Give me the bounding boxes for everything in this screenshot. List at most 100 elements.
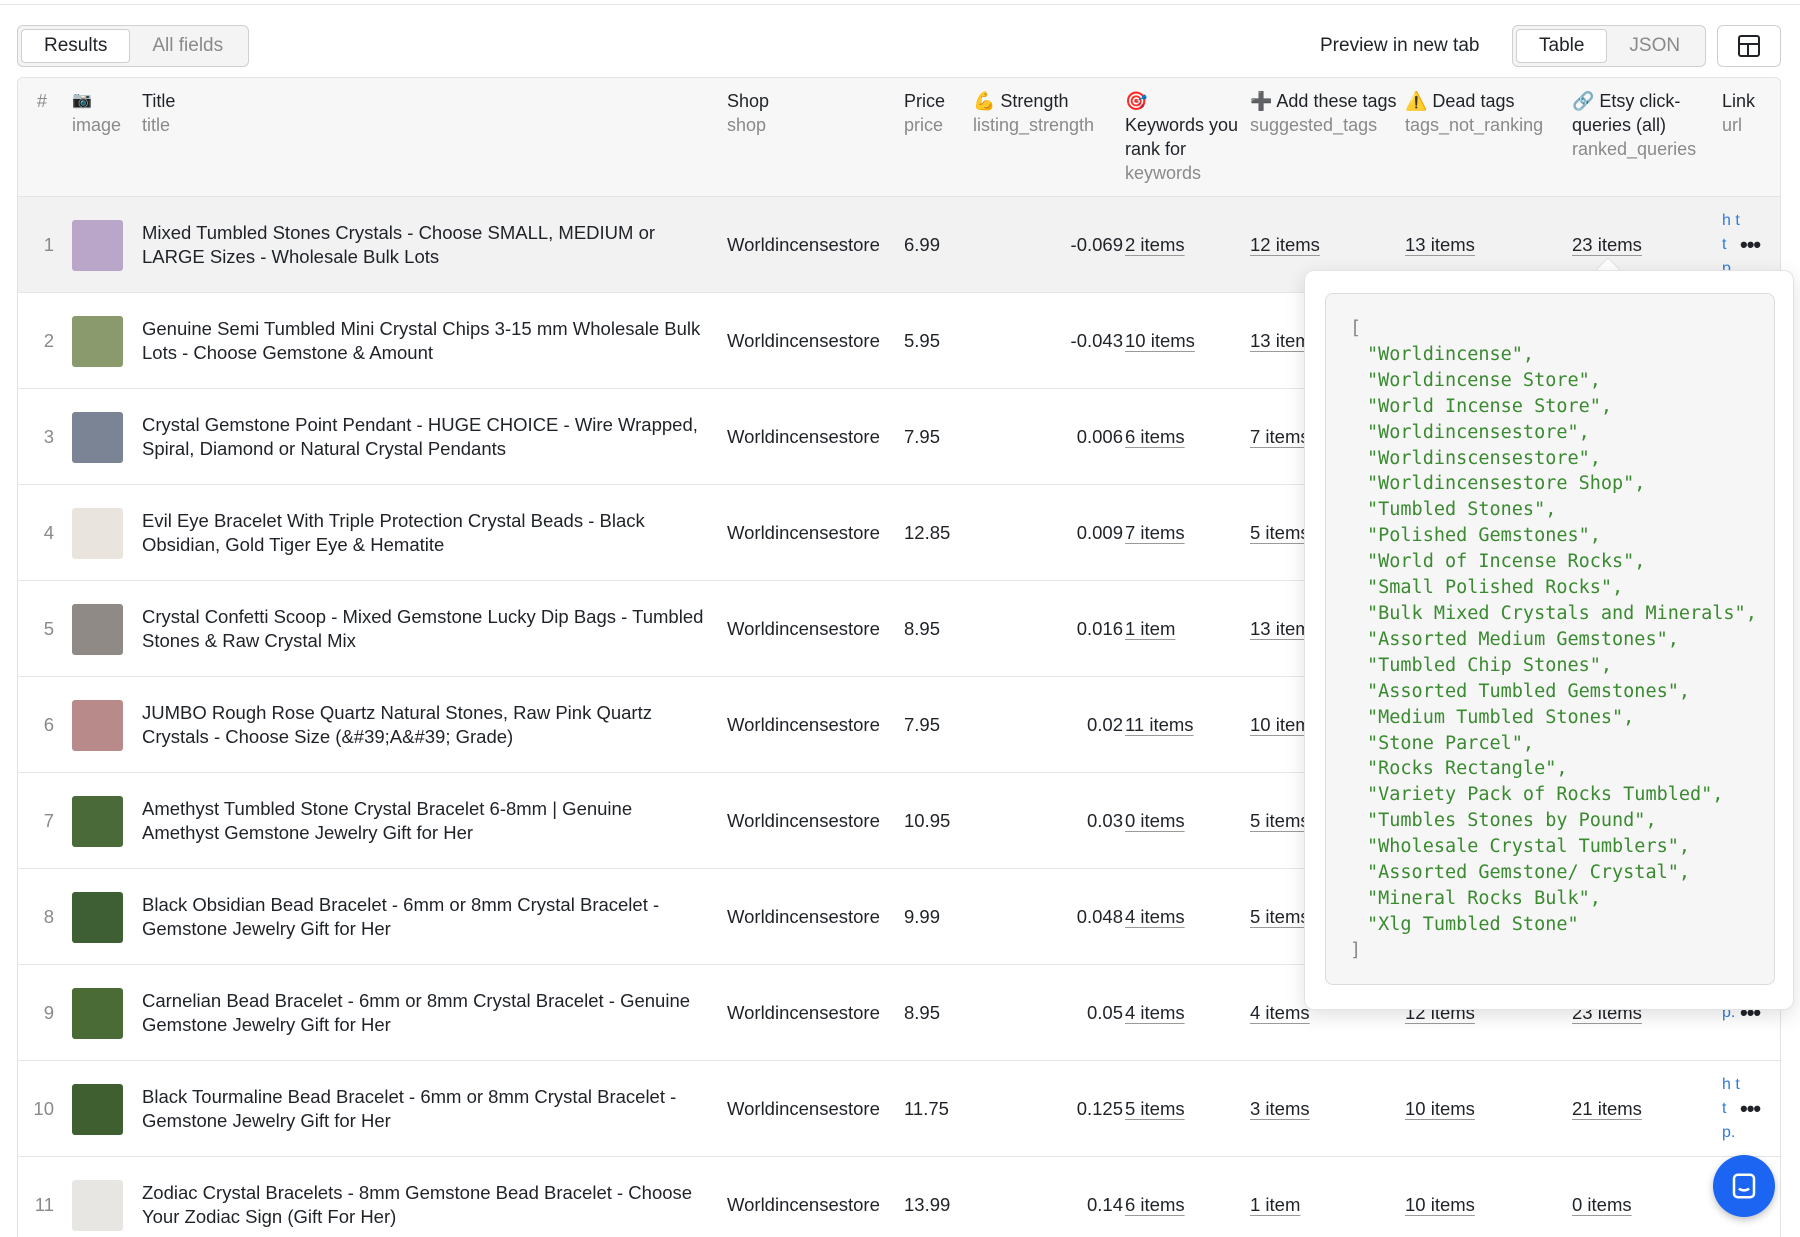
row-strength: 0.048 — [1076, 906, 1123, 927]
table-row[interactable]: 10 Black Tourmaline Bead Bracelet - 6mm o… — [18, 1061, 1780, 1157]
row-ranked-queries-link[interactable]: 23 items — [1572, 233, 1642, 257]
ranked-queries-popover: ["Worldincense", "Worldincense Store", "Wo… — [1304, 270, 1794, 1010]
json-string-line: "Xlg Tumbled Stone" — [1367, 913, 1579, 935]
row-title: JUMBO Rough Rose Quartz Natural Stones, … — [142, 702, 652, 747]
json-string-line: "Assorted Gemstone/ Crystal", — [1367, 862, 1691, 884]
preview-in-new-tab-link[interactable]: Preview in new tab — [1320, 35, 1479, 57]
col-add-tags-header[interactable]: ➕ Add these tags suggested_tags — [1250, 89, 1400, 137]
col-title-header[interactable]: Title title — [142, 89, 175, 137]
row-keywords-link[interactable]: 10 items — [1125, 329, 1195, 353]
listing-thumbnail[interactable] — [72, 891, 123, 943]
json-open-bracket: [ — [1350, 318, 1362, 339]
results-tab[interactable]: Results — [21, 29, 131, 63]
col-shop-header[interactable]: Shop shop — [727, 89, 769, 137]
listing-thumbnail[interactable] — [72, 507, 123, 559]
json-string-line: "Medium Tumbled Stones", — [1367, 706, 1635, 728]
listing-thumbnail[interactable] — [72, 987, 123, 1039]
row-title: Crystal Confetti Scoop - Mixed Gemstone … — [142, 606, 704, 651]
col-keywords-header[interactable]: 🎯 Keywords you rank for keywords — [1125, 89, 1243, 185]
col-number-header: # — [37, 91, 48, 111]
row-add-tags-link[interactable]: 12 items — [1250, 233, 1320, 257]
row-keywords-link[interactable]: 4 items — [1125, 905, 1185, 929]
row-number: 8 — [43, 906, 54, 927]
json-string-line: "Worldincensestore Shop", — [1367, 473, 1646, 495]
row-add-tags-link[interactable]: 7 items — [1250, 425, 1310, 449]
row-keywords-link[interactable]: 5 items — [1125, 1097, 1185, 1121]
row-add-tags-link[interactable]: 4 items — [1250, 1001, 1310, 1025]
row-price: 7.95 — [904, 714, 941, 735]
row-ranked-queries-link[interactable]: 21 items — [1572, 1097, 1642, 1121]
row-title: Zodiac Crystal Bracelets - 8mm Gemstone … — [142, 1182, 693, 1227]
json-string-line: "Rocks Rectangle", — [1367, 758, 1568, 780]
json-string-line: "Bulk Mixed Crystals and Minerals", — [1367, 602, 1757, 624]
row-keywords-link[interactable]: 1 item — [1125, 617, 1175, 641]
row-strength: 0.125 — [1076, 1098, 1123, 1119]
row-title: Amethyst Tumbled Stone Crystal Bracelet … — [142, 798, 633, 843]
row-price: 13.99 — [904, 1194, 951, 1215]
row-strength: 0.006 — [1076, 426, 1123, 447]
row-dead-tags-link[interactable]: 13 items — [1405, 233, 1475, 257]
row-shop: Worldincensestore — [727, 906, 880, 927]
col-image-header[interactable]: 📷 image — [72, 89, 121, 137]
listing-thumbnail[interactable] — [72, 315, 123, 367]
row-ranked-queries-link[interactable]: 0 items — [1572, 1193, 1632, 1217]
row-price: 8.95 — [904, 618, 941, 639]
row-dead-tags-link[interactable]: 10 items — [1405, 1097, 1475, 1121]
listing-thumbnail[interactable] — [72, 1179, 123, 1231]
col-price-header[interactable]: Price price — [904, 89, 945, 137]
row-shop: Worldincensestore — [727, 522, 880, 543]
row-more-options-icon[interactable]: ••• — [1740, 233, 1761, 257]
row-dead-tags-link[interactable]: 10 items — [1405, 1193, 1475, 1217]
row-add-tags-link[interactable]: 5 items — [1250, 809, 1310, 833]
json-string-line: "Tumbled Stones", — [1367, 499, 1557, 521]
listing-thumbnail[interactable] — [72, 219, 123, 271]
row-shop: Worldincensestore — [727, 714, 880, 735]
row-add-tags-link[interactable]: 5 items — [1250, 521, 1310, 545]
row-add-tags-link[interactable]: 3 items — [1250, 1097, 1310, 1121]
json-string-line: "Wholesale Crystal Tumblers", — [1367, 836, 1691, 858]
col-link-header[interactable]: Link url — [1722, 89, 1755, 137]
row-price: 5.95 — [904, 330, 941, 351]
row-keywords-link[interactable]: 2 items — [1125, 233, 1185, 257]
row-keywords-link[interactable]: 7 items — [1125, 521, 1185, 545]
layout-toggle-button[interactable] — [1717, 25, 1781, 67]
row-title: Black Obsidian Bead Bracelet - 6mm or 8m… — [142, 894, 660, 939]
row-shop: Worldincensestore — [727, 234, 880, 255]
col-strength-header[interactable]: 💪 Strength listing_strength — [973, 89, 1094, 137]
listing-thumbnail[interactable] — [72, 699, 123, 751]
listing-thumbnail[interactable] — [72, 1083, 123, 1135]
table-tab[interactable]: Table — [1516, 29, 1608, 63]
listing-thumbnail[interactable] — [72, 603, 123, 655]
listing-thumbnail[interactable] — [72, 795, 123, 847]
row-strength: -0.043 — [1070, 330, 1123, 351]
chat-support-button[interactable] — [1713, 1155, 1775, 1217]
listing-thumbnail[interactable] — [72, 411, 123, 463]
all-fields-tab[interactable]: All fields — [130, 29, 245, 63]
row-more-options-icon[interactable]: ••• — [1740, 1097, 1761, 1121]
json-tab[interactable]: JSON — [1607, 29, 1702, 63]
row-title: Mixed Tumbled Stones Crystals - Choose S… — [142, 222, 656, 267]
row-strength: 0.14 — [1086, 1194, 1123, 1215]
table-row[interactable]: 11 Zodiac Crystal Bracelets - 8mm Gemston… — [18, 1157, 1780, 1237]
row-url-link[interactable]: h tt p. — [1722, 1073, 1742, 1145]
table-header: # 📷 image Title title Shop shop Price pr… — [18, 78, 1780, 197]
row-price: 12.85 — [904, 522, 951, 543]
row-price: 7.95 — [904, 426, 941, 447]
row-keywords-link[interactable]: 4 items — [1125, 1001, 1185, 1025]
row-number: 7 — [43, 810, 54, 831]
row-keywords-link[interactable]: 6 items — [1125, 1193, 1185, 1217]
row-keywords-link[interactable]: 0 items — [1125, 809, 1185, 833]
row-strength: 0.05 — [1086, 1002, 1123, 1023]
target-icon: 🎯 — [1125, 91, 1148, 111]
row-add-tags-link[interactable]: 5 items — [1250, 905, 1310, 929]
col-etsy-queries-header[interactable]: 🔗 Etsy click-queries (all) ranked_querie… — [1572, 89, 1712, 161]
row-keywords-link[interactable]: 6 items — [1125, 425, 1185, 449]
toolbar: Results All fields Preview in new tab Ta… — [0, 0, 1800, 78]
row-number: 2 — [43, 330, 54, 351]
format-switch: Table JSON — [1512, 25, 1707, 67]
row-strength: -0.069 — [1070, 234, 1123, 255]
row-add-tags-link[interactable]: 1 item — [1250, 1193, 1300, 1217]
row-shop: Worldincensestore — [727, 330, 880, 351]
row-keywords-link[interactable]: 11 items — [1125, 713, 1194, 737]
col-dead-tags-header[interactable]: ⚠️ Dead tags tags_not_ranking — [1405, 89, 1543, 137]
